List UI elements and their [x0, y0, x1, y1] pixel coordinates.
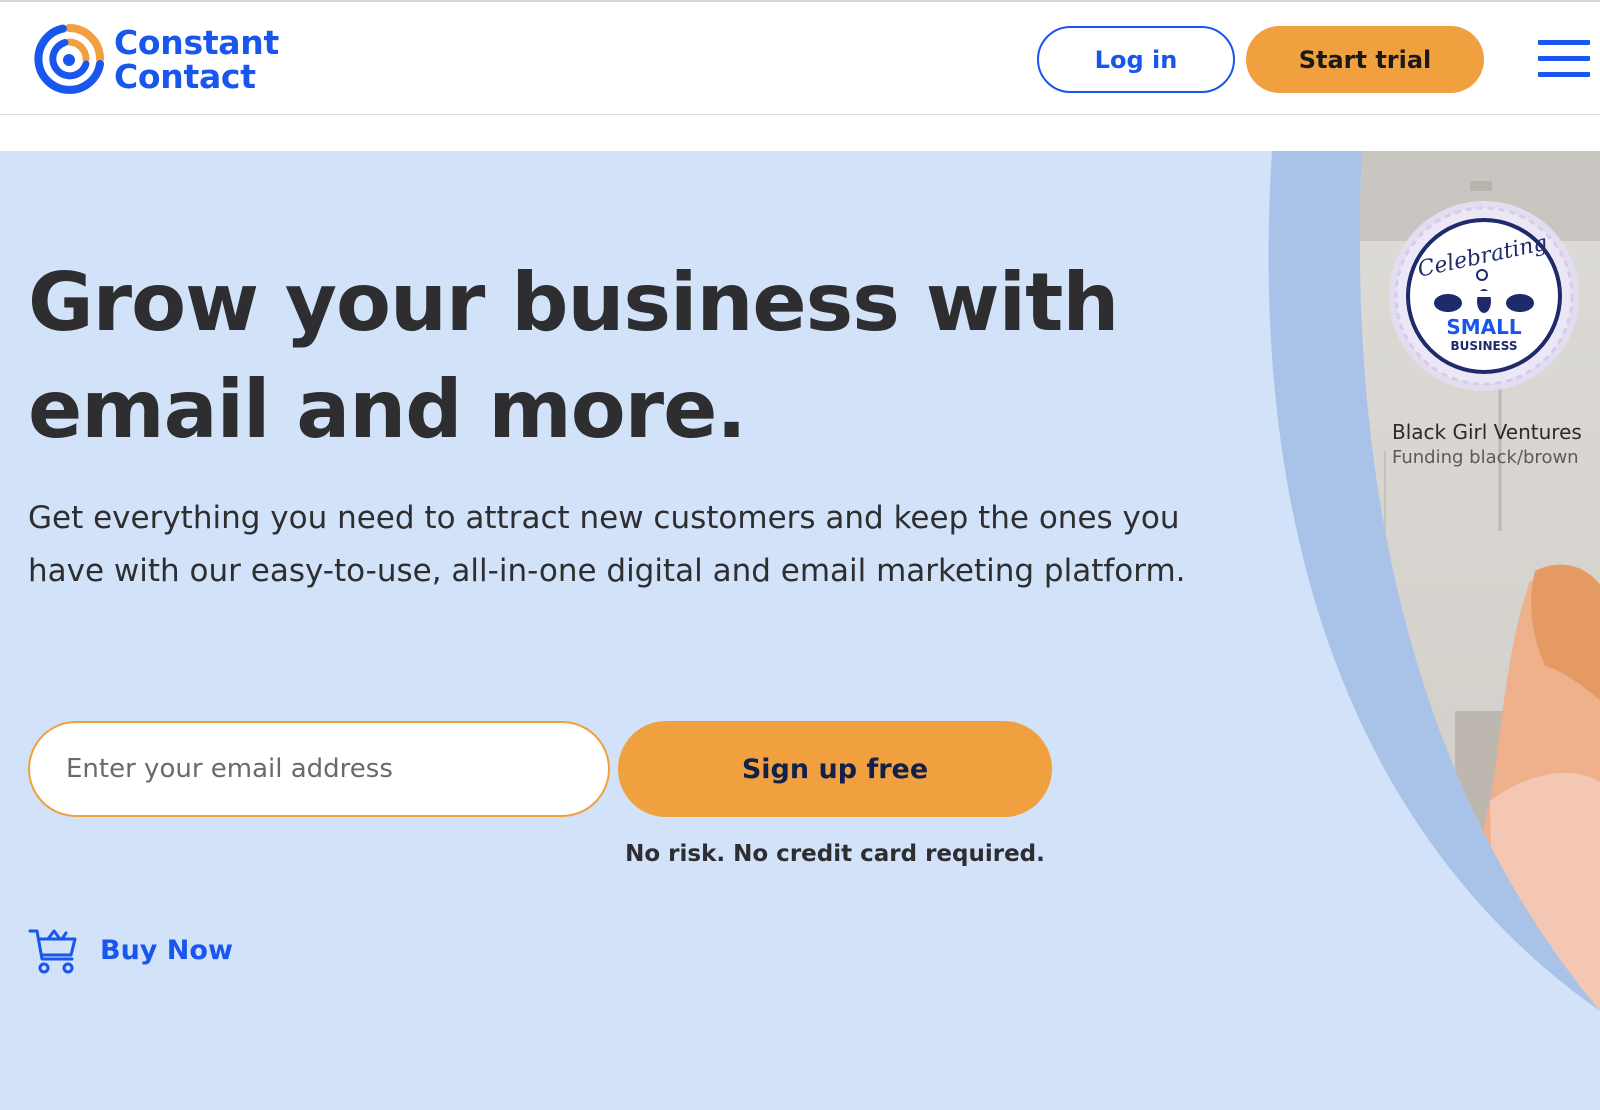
menu-bar	[1538, 72, 1590, 77]
celebrating-small-business-badge: Celebrating SMALL BUSINESS	[1389, 201, 1579, 391]
badge-line-business: BUSINESS	[1451, 339, 1518, 353]
logo-word-constant: Constant	[114, 22, 279, 62]
hero-headline: Grow your business with email and more.	[28, 256, 1119, 456]
page: Constant Contact Log in Start trial Cele…	[0, 0, 1600, 1110]
logo-mark-icon	[34, 23, 104, 94]
hero-subtext: Get everything you need to attract new c…	[28, 500, 1186, 589]
buy-now-link[interactable]: Buy Now	[28, 924, 233, 976]
menu-bar	[1538, 56, 1590, 61]
email-address-input[interactable]	[28, 721, 610, 817]
login-button[interactable]: Log in	[1037, 26, 1235, 93]
menu-bar	[1538, 40, 1590, 45]
constant-contact-logo[interactable]: Constant Contact	[34, 22, 294, 97]
photo-caption-subtitle: Funding black/brown	[1392, 447, 1579, 468]
logo-word-contact: Contact	[114, 56, 256, 96]
hamburger-menu-icon[interactable]	[1538, 39, 1590, 81]
photo-caption-title: Black Girl Ventures	[1392, 420, 1582, 444]
hero-section: Celebrating SMALL BUSINESS Grow your bus…	[0, 151, 1600, 1110]
photo-caption: Black Girl Ventures Funding black/brown	[1392, 419, 1600, 471]
sign-up-free-button[interactable]: Sign up free	[618, 721, 1052, 817]
badge-line-small: SMALL	[1446, 315, 1522, 339]
site-header: Constant Contact Log in Start trial	[0, 0, 1600, 115]
shopping-cart-icon	[28, 929, 77, 974]
start-trial-button[interactable]: Start trial	[1246, 26, 1484, 93]
no-risk-disclaimer: No risk. No credit card required.	[625, 841, 1045, 867]
logo-wordmark: Constant Contact	[114, 22, 279, 96]
buy-now-label: Buy Now	[100, 934, 233, 966]
